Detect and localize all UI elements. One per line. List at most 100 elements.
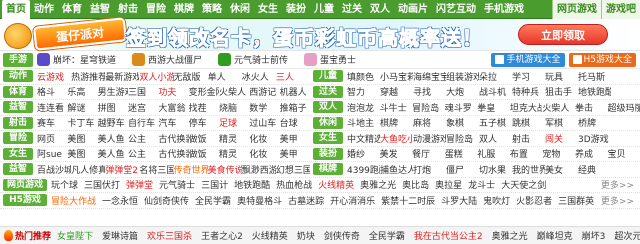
mobile-game-item[interactable]: 崩坏：星穹铁道 [37, 53, 116, 66]
category-link[interactable]: 乐高 [67, 85, 97, 98]
nav-tab[interactable]: 闪艺互动 [432, 0, 480, 19]
nav-tab[interactable]: 休闲 [226, 0, 254, 19]
hot-game-link[interactable]: 奶块 [297, 229, 315, 242]
category-link[interactable]: 冰火人 [242, 70, 276, 83]
category-link[interactable]: 阿sue [37, 147, 67, 160]
category-link[interactable]: 火线精英 [318, 178, 360, 191]
category-tag[interactable]: 女生 [3, 147, 33, 160]
nav-tab[interactable]: 双人 [366, 0, 394, 19]
category-link[interactable]: 美人鱼 [98, 132, 128, 145]
nav-tab[interactable]: 女生 [254, 0, 282, 19]
category-link[interactable]: 玩个球 [51, 178, 84, 191]
category-link[interactable]: 卡丁车 [67, 116, 97, 129]
category-link[interactable]: 拳击 [575, 101, 608, 114]
category-link[interactable]: 足球 [219, 116, 249, 129]
category-link[interactable]: 魂斗罗 [445, 101, 478, 114]
category-link[interactable]: 冒险大作战 [51, 194, 102, 207]
category-link[interactable]: 奥特曼格斗 [237, 194, 288, 207]
category-link[interactable]: 西游记 [249, 85, 279, 98]
category-tag[interactable]: 网页游戏 [3, 178, 47, 191]
category-link[interactable]: 五子棋 [479, 116, 512, 129]
category-link[interactable]: 打炮 [413, 163, 446, 176]
nav-tab[interactable]: 益智 [86, 0, 114, 19]
hot-game-link[interactable]: 奥雅之光 [492, 229, 528, 242]
category-link[interactable]: 射击 [512, 132, 545, 145]
category-link[interactable]: 朵拉 [479, 70, 512, 83]
category-link[interactable]: 美图 [67, 147, 97, 160]
category-link[interactable]: 弹弹堂 [126, 178, 159, 191]
category-link[interactable]: 迷宫 [128, 101, 158, 114]
category-link[interactable]: 烧脑 [219, 101, 249, 114]
category-tag[interactable]: 体育 [3, 85, 33, 98]
category-link[interactable]: 婚纱 [347, 147, 380, 160]
category-link[interactable]: 三人 [276, 70, 310, 83]
category-link[interactable]: 解谜 [67, 101, 97, 114]
category-link[interactable]: 动漫游戏 [413, 132, 446, 145]
category-link[interactable]: 战斗机 [479, 85, 512, 98]
category-tag[interactable]: 过关 [313, 85, 343, 98]
nav-tab[interactable]: 首页 [2, 0, 30, 19]
category-tag[interactable]: 益智 [3, 101, 33, 114]
nav-right-link[interactable]: 游戏吧 [601, 0, 640, 19]
category-tag[interactable]: 益智 [3, 163, 33, 176]
nav-tab[interactable]: 动作 [30, 0, 58, 19]
category-link[interactable]: 数学 [249, 101, 279, 114]
category-link[interactable]: 单人 [208, 70, 242, 83]
category-link[interactable]: 切水果 [479, 163, 512, 176]
category-link[interactable]: 凡人修真 [71, 163, 105, 176]
category-link[interactable]: 智力 [347, 85, 380, 98]
category-link[interactable]: 4399跑酷 [347, 163, 380, 176]
category-link[interactable]: 养成 [575, 147, 608, 160]
category-link[interactable]: 赛车 [37, 116, 67, 129]
nav-tab[interactable]: 射击 [114, 0, 142, 19]
category-link[interactable]: 宠物 [542, 147, 575, 160]
category-link[interactable]: 三国计 [201, 178, 234, 191]
category-link[interactable]: 做饭 [189, 147, 219, 160]
hot-game-link[interactable]: 我在古代当公主2 [414, 229, 483, 242]
category-link[interactable]: 象棋 [446, 116, 479, 129]
category-link[interactable]: 组装游戏 [446, 70, 479, 83]
category-tag[interactable]: 动作 [3, 70, 33, 83]
category-link[interactable]: 寻找 [413, 85, 446, 98]
category-link[interactable]: 麻将 [413, 116, 446, 129]
category-tag[interactable]: H5游戏 [3, 194, 47, 207]
category-link[interactable]: 穿越 [380, 85, 413, 98]
category-link[interactable]: 古代换装 [158, 147, 188, 160]
category-link[interactable]: 拳皇 [477, 101, 510, 114]
category-link[interactable]: 台球 [280, 116, 310, 129]
category-link[interactable]: 美发 [380, 147, 413, 160]
category-link[interactable]: 大天使之剑 [501, 178, 552, 191]
category-tag[interactable]: 射击 [3, 116, 33, 129]
category-link[interactable]: 棋牌 [380, 116, 413, 129]
category-link[interactable]: 幻想三国 [276, 163, 310, 176]
category-link[interactable]: 跳棋 [512, 116, 545, 129]
category-link[interactable]: 地铁跑酷 [234, 178, 276, 191]
category-link[interactable]: 美食传说 [208, 163, 242, 176]
category-link[interactable]: 玩具 [545, 70, 578, 83]
category-link[interactable]: 双人 [479, 132, 512, 145]
category-link[interactable]: 化妆 [249, 147, 279, 160]
category-link[interactable]: 热游推荐 [71, 70, 105, 83]
category-link[interactable]: 传奇世界 [174, 163, 208, 176]
category-link[interactable]: 冒险岛 [446, 132, 479, 145]
category-link[interactable]: 化妆 [249, 132, 279, 145]
category-link[interactable]: 精灵 [219, 132, 249, 145]
category-tag[interactable]: 休闲 [313, 116, 343, 129]
hot-game-link[interactable]: 火线精英 [252, 229, 288, 242]
category-link[interactable]: 经典 [578, 163, 611, 176]
category-tag[interactable]: 儿童 [313, 70, 343, 83]
category-link[interactable]: 最新游戏 [105, 70, 139, 83]
category-tag[interactable]: 女生 [313, 132, 343, 145]
category-link[interactable]: 做饭 [189, 132, 219, 145]
category-link[interactable]: 奥雅之光 [360, 178, 402, 191]
category-link[interactable]: 推箱子 [280, 101, 310, 114]
mobile-game-item[interactable]: 元气骑士前传 [218, 53, 288, 66]
category-link[interactable]: 泡泡龙 [347, 101, 380, 114]
category-link[interactable]: 鬼吹灯 [483, 194, 516, 207]
category-tag[interactable]: 装扮 [313, 147, 343, 160]
hot-game-link[interactable]: 全民学霸 [369, 229, 405, 242]
mobile-game-item[interactable]: 蛋宝勇士 [304, 53, 356, 66]
category-link[interactable]: 公主 [128, 132, 158, 145]
category-link[interactable]: 紫禁十二时辰 [381, 194, 441, 207]
more-link[interactable]: 更多>> [601, 178, 634, 191]
